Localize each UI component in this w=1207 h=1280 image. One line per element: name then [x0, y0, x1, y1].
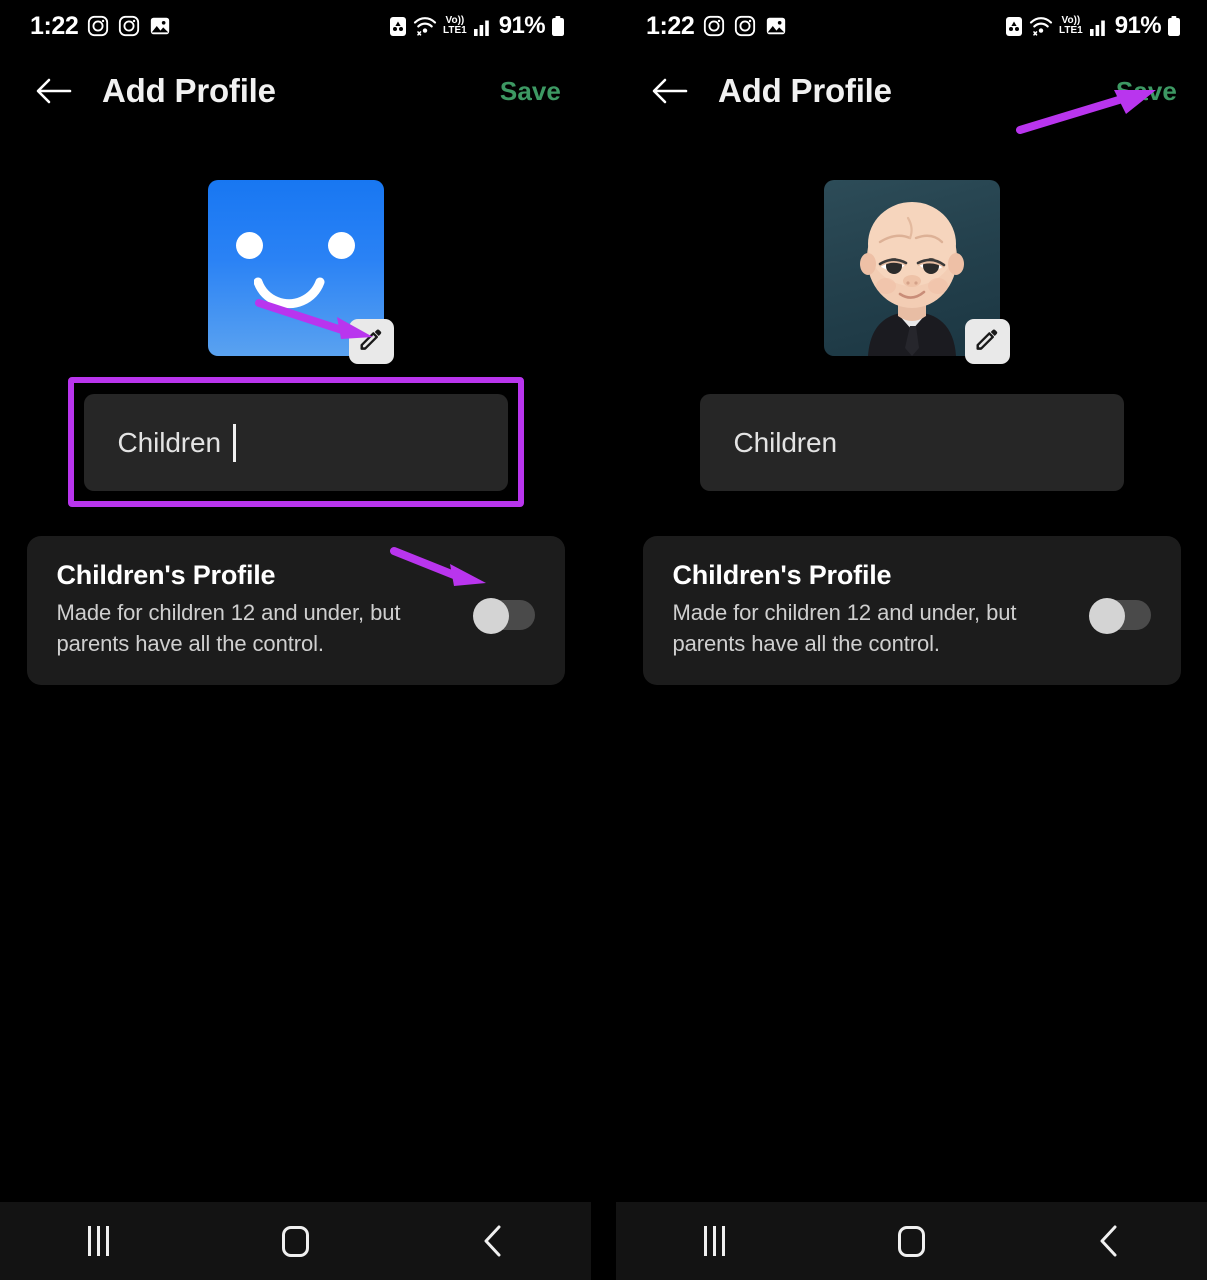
- photo-icon: [765, 15, 787, 37]
- status-clock: 1:22: [646, 12, 695, 40]
- avatar-picker[interactable]: [823, 180, 1010, 364]
- system-nav-bar: [0, 1202, 591, 1280]
- page-title: Add Profile: [718, 72, 892, 109]
- toggle-thumb: [1088, 598, 1125, 634]
- profile-name-row: Children: [699, 394, 1124, 491]
- app-bar: Add Profile Save: [616, 52, 1207, 130]
- app-notification-icon: [389, 15, 407, 37]
- photo-icon: [149, 15, 171, 37]
- battery-icon: [1167, 15, 1181, 37]
- recents-icon[interactable]: [670, 1211, 760, 1271]
- childrens-profile-description: Made for children 12 and under, but pare…: [56, 600, 401, 656]
- back-arrow-icon[interactable]: [648, 69, 692, 113]
- save-button[interactable]: Save: [1112, 70, 1181, 113]
- app-notification-icon: [1005, 15, 1023, 37]
- childrens-profile-text: Children's Profile Made for children 12 …: [57, 560, 473, 659]
- home-icon[interactable]: [251, 1211, 341, 1271]
- battery-percent: 91%: [498, 12, 546, 39]
- profile-name-value: Children: [117, 426, 222, 458]
- left-phone-panel: 1:22 Vo)) LTE1 91% Add Profile Save Chil…: [0, 0, 591, 1280]
- status-bar-right: Vo)) LTE1 91%: [389, 13, 565, 39]
- signal-bars-icon: [1089, 15, 1109, 37]
- back-icon[interactable]: [1064, 1211, 1154, 1271]
- home-icon[interactable]: [867, 1211, 957, 1271]
- toggle-thumb: [472, 598, 509, 634]
- back-arrow-icon[interactable]: [32, 69, 76, 113]
- volte-icon: Vo)) LTE1: [1059, 15, 1083, 36]
- status-bar: 1:22 Vo)) LTE1 91%: [616, 0, 1207, 52]
- status-bar-left: 1:22: [646, 13, 787, 39]
- avatar-eye-right-icon: [327, 232, 355, 259]
- text-caret: [232, 423, 236, 462]
- pencil-icon: [973, 325, 1001, 358]
- battery-icon: [551, 15, 565, 37]
- signal-bars-icon: [473, 15, 493, 37]
- instagram-icon: [734, 15, 756, 37]
- volte-icon: Vo)) LTE1: [443, 15, 467, 36]
- instagram-icon: [703, 15, 725, 37]
- wifi-icon: [1029, 15, 1053, 37]
- avatar-eye-left-icon: [235, 232, 263, 259]
- childrens-profile-toggle[interactable]: [472, 598, 535, 634]
- app-bar: Add Profile Save: [0, 52, 591, 130]
- childrens-profile-card[interactable]: Children's Profile Made for children 12 …: [26, 536, 565, 685]
- childrens-profile-description: Made for children 12 and under, but pare…: [672, 600, 1017, 656]
- instagram-icon: [118, 15, 140, 37]
- status-bar-right: Vo)) LTE1 91%: [1005, 13, 1181, 39]
- avatar-picker[interactable]: [207, 180, 394, 364]
- profile-name-input[interactable]: Children: [699, 394, 1124, 491]
- childrens-profile-title: Children's Profile: [672, 560, 892, 590]
- page-title: Add Profile: [102, 72, 276, 109]
- recents-icon[interactable]: [54, 1211, 144, 1271]
- childrens-profile-text: Children's Profile Made for children 12 …: [673, 560, 1089, 659]
- edit-avatar-button[interactable]: [348, 319, 394, 364]
- wifi-icon: [413, 15, 437, 37]
- profile-name-row: Children: [67, 377, 524, 507]
- system-nav-bar: [616, 1202, 1207, 1280]
- profile-name-input[interactable]: Children: [83, 394, 508, 491]
- battery-percent: 91%: [1114, 12, 1162, 39]
- childrens-profile-card[interactable]: Children's Profile Made for children 12 …: [642, 536, 1181, 685]
- avatar-smile-icon: [253, 277, 324, 309]
- screenshot-root: 1:22 Vo)) LTE1 91% Add Profile Save Chil…: [0, 0, 1207, 1280]
- instagram-icon: [87, 15, 109, 37]
- profile-name-value: Children: [733, 426, 838, 458]
- back-icon[interactable]: [448, 1211, 538, 1271]
- status-bar-left: 1:22: [30, 13, 171, 39]
- status-bar: 1:22 Vo)) LTE1 91%: [0, 0, 591, 52]
- edit-avatar-button[interactable]: [964, 319, 1010, 364]
- status-clock: 1:22: [30, 12, 79, 40]
- childrens-profile-toggle[interactable]: [1088, 598, 1151, 634]
- pencil-icon: [357, 325, 385, 358]
- right-phone-panel: 1:22 Vo)) LTE1 91% Add Profile Save Chil…: [616, 0, 1207, 1280]
- save-button[interactable]: Save: [496, 70, 565, 113]
- childrens-profile-title: Children's Profile: [56, 560, 276, 590]
